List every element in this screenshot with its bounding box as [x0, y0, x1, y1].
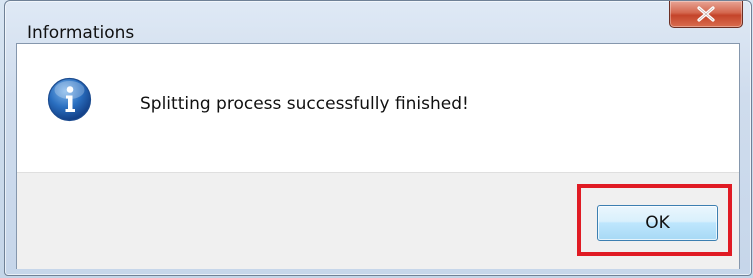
dialog-window: Informations Splitting process successfu…	[4, 0, 752, 276]
dialog-client-area: Splitting process successfully finished!…	[16, 43, 740, 269]
close-button[interactable]	[669, 1, 743, 28]
dialog-title: Informations	[27, 23, 135, 43]
close-icon	[697, 6, 715, 22]
ok-button[interactable]: OK	[597, 205, 718, 241]
message-text: Splitting process successfully finished!	[140, 94, 469, 114]
button-area: OK	[17, 172, 739, 269]
title-bar: Informations	[5, 1, 751, 43]
info-icon	[47, 77, 92, 122]
message-area: Splitting process successfully finished!	[17, 44, 739, 172]
